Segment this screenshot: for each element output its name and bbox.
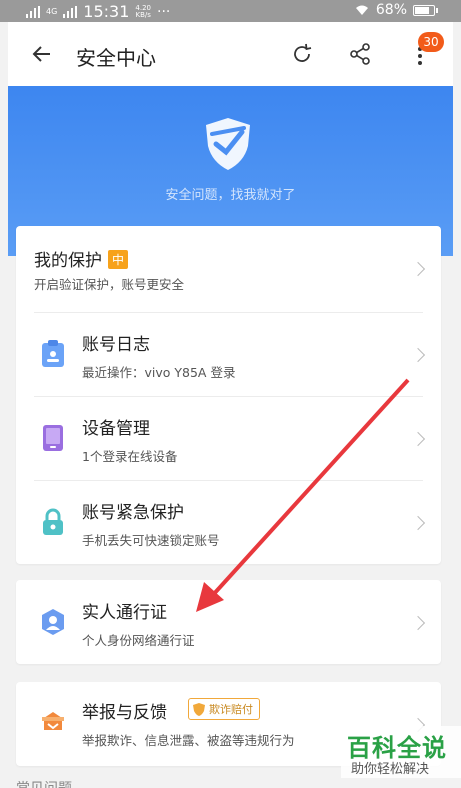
tablet-icon <box>43 425 63 451</box>
shield-small-icon <box>193 702 205 716</box>
id-shield-icon <box>42 609 64 635</box>
identity-subtitle: 个人身份网络通行证 <box>82 633 195 648</box>
report-icon <box>42 712 64 730</box>
watermark-subtitle: 助你轻松解决 <box>351 762 430 777</box>
protection-title: 我的保护 <box>34 251 102 271</box>
emergency-protection-subtitle: 手机丢失可快速锁定账号 <box>82 533 220 548</box>
signal-icon-2 <box>63 5 78 18</box>
chevron-right-icon <box>410 431 426 447</box>
chevron-right-icon <box>410 515 426 531</box>
page-title: 安全中心 <box>76 46 156 70</box>
battery-percent: 68% <box>375 2 407 18</box>
lock-icon <box>43 508 63 535</box>
net-speed: 4.20 KB/s <box>135 3 151 19</box>
list-item-account-log[interactable]: 账号日志 最近操作：vivo Y85A 登录 <box>16 312 441 396</box>
protection-level-badge: 中 <box>108 250 129 269</box>
protection-title-wrap: 我的保护中 <box>34 246 129 271</box>
emergency-protection-title: 账号紧急保护 <box>82 503 184 523</box>
overflow-dots: ··· <box>157 3 171 20</box>
refresh-icon[interactable] <box>290 42 314 66</box>
identity-title: 实人通行证 <box>82 603 167 623</box>
status-bar: 4G 15:31 4.20 KB/s ··· 68% <box>0 0 461 22</box>
notification-badge: 30 <box>418 32 444 52</box>
identity-card[interactable]: 实人通行证 个人身份网络通行证 <box>16 580 441 664</box>
fraud-compensation-tag: 欺诈赔付 <box>188 698 260 720</box>
device-management-subtitle: 1个登录在线设备 <box>82 449 178 464</box>
report-subtitle: 举报欺诈、信息泄露、被盗等违规行为 <box>82 733 295 748</box>
hero-subtitle: 安全问题，找我就对了 <box>165 188 296 203</box>
my-protection-row[interactable]: 我的保护中 开启验证保护，账号更安全 <box>16 226 441 310</box>
app-bar: 安全中心 30 <box>8 22 453 86</box>
battery-icon <box>413 4 438 16</box>
watermark: 百科全说 助你轻松解决 <box>341 726 461 778</box>
chevron-right-icon <box>410 261 426 277</box>
security-shield-icon <box>206 118 250 170</box>
protection-subtitle: 开启验证保护，账号更安全 <box>34 277 185 292</box>
clipboard-icon <box>42 340 64 367</box>
network-type: 4G <box>46 6 58 16</box>
security-card: 我的保护中 开启验证保护，账号更安全 账号日志 最近操作：vivo Y85A 登… <box>16 226 441 564</box>
signal-icon <box>26 5 40 18</box>
list-item-device-management[interactable]: 设备管理 1个登录在线设备 <box>16 396 441 480</box>
list-item-emergency-protection[interactable]: 账号紧急保护 手机丢失可快速锁定账号 <box>16 480 441 564</box>
wifi-icon <box>355 5 368 15</box>
device-management-title: 设备管理 <box>82 419 150 439</box>
faq-heading: 常见问题 <box>16 778 72 788</box>
share-icon[interactable] <box>348 42 372 66</box>
chevron-right-icon <box>410 615 426 631</box>
back-arrow-icon[interactable] <box>30 42 54 66</box>
clock: 15:31 <box>83 2 130 21</box>
chevron-right-icon <box>410 347 426 363</box>
account-log-title: 账号日志 <box>82 335 150 355</box>
report-title: 举报与反馈 <box>82 703 167 723</box>
fraud-tag-label: 欺诈赔付 <box>209 703 253 716</box>
account-log-subtitle: 最近操作：vivo Y85A 登录 <box>82 365 236 380</box>
